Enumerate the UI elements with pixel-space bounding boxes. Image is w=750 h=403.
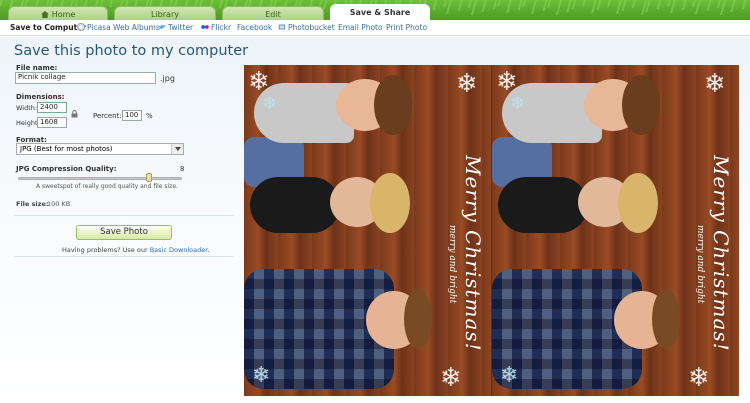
basic-downloader-link[interactable]: Basic Downloader — [150, 246, 208, 254]
percent-unit: % — [146, 112, 153, 120]
divider — [14, 215, 234, 216]
chevron-down-icon — [171, 144, 183, 154]
subnav-save-to-computer[interactable]: Save to Computer — [10, 20, 86, 36]
problems-text: Having problems? Use our Basic Downloade… — [62, 246, 210, 254]
main-tabs: Home Library Edit Save & Share — [0, 3, 750, 21]
file-size-label: File size: — [16, 200, 49, 208]
picasa-icon — [77, 23, 85, 31]
quality-hint: A sweetspot of really good quality and f… — [36, 183, 178, 190]
divider — [14, 256, 234, 257]
subnav-photobucket[interactable]: Photobucket — [278, 20, 335, 36]
photo-script-title: Merry Christmas! — [461, 155, 485, 352]
percent-input[interactable]: 100 — [122, 110, 142, 121]
app-window: Home Library Edit Save & Share Save to C… — [0, 0, 750, 403]
flickr-icon — [201, 25, 209, 29]
quality-label: JPG Compression Quality: — [16, 165, 117, 173]
page-title: Save this photo to my computer — [14, 43, 249, 59]
quality-slider-track[interactable] — [18, 177, 182, 180]
subnav-picasa[interactable]: Picasa Web Albums — [77, 20, 160, 36]
quality-value: 8 — [180, 165, 185, 173]
subnav-facebook[interactable]: Facebook — [237, 20, 272, 36]
home-icon — [40, 11, 49, 18]
subnav-email-photo[interactable]: Email Photo — [338, 20, 383, 36]
dimensions-label: Dimensions: — [16, 93, 65, 101]
photobucket-icon — [278, 24, 286, 30]
subnav-twitter[interactable]: Twitter — [158, 20, 193, 36]
percent-label: Percent: — [93, 112, 122, 120]
format-select[interactable]: JPG (Best for most photos) — [16, 143, 184, 155]
tab-library[interactable]: Library — [114, 6, 216, 21]
file-name-input[interactable]: Picnik collage — [15, 72, 156, 84]
height-input[interactable]: 1608 — [37, 117, 67, 128]
file-name-label: File name: — [16, 64, 58, 72]
tab-save-share[interactable]: Save & Share — [330, 4, 430, 21]
tab-edit[interactable]: Edit — [222, 6, 324, 21]
subnav-flickr[interactable]: Flickr — [201, 20, 231, 36]
photo-script-title: Merry Christmas! — [709, 155, 733, 352]
width-input[interactable]: 2400 — [37, 102, 67, 113]
collage-panel-left: ❄ ❄ ❄ ❄ ❄ Merry Christmas! merry and bri… — [244, 65, 491, 396]
share-subnav: Save to Computer Picasa Web Albums Twitt… — [0, 20, 750, 36]
file-size-value: 100 KB — [47, 200, 71, 208]
lock-icon[interactable] — [71, 110, 78, 118]
photo-preview: ❄ ❄ ❄ ❄ ❄ Merry Christmas! merry and bri… — [244, 65, 739, 396]
subnav-print-photo[interactable]: Print Photo — [386, 20, 427, 36]
photo-script-subtitle: merry and bright — [447, 225, 457, 304]
quality-slider-thumb[interactable] — [146, 173, 153, 182]
tab-home[interactable]: Home — [8, 6, 108, 21]
twitter-icon — [158, 24, 166, 29]
photo-script-subtitle: merry and bright — [695, 225, 705, 304]
collage-panel-right: ❄ ❄ ❄ ❄ ❄ Merry Christmas! merry and bri… — [492, 65, 739, 396]
save-photo-button[interactable]: Save Photo — [76, 225, 172, 240]
width-label: Width: — [16, 104, 38, 112]
content-area: Save this photo to my computer File name… — [0, 37, 750, 403]
file-extension: .jpg — [160, 74, 175, 83]
